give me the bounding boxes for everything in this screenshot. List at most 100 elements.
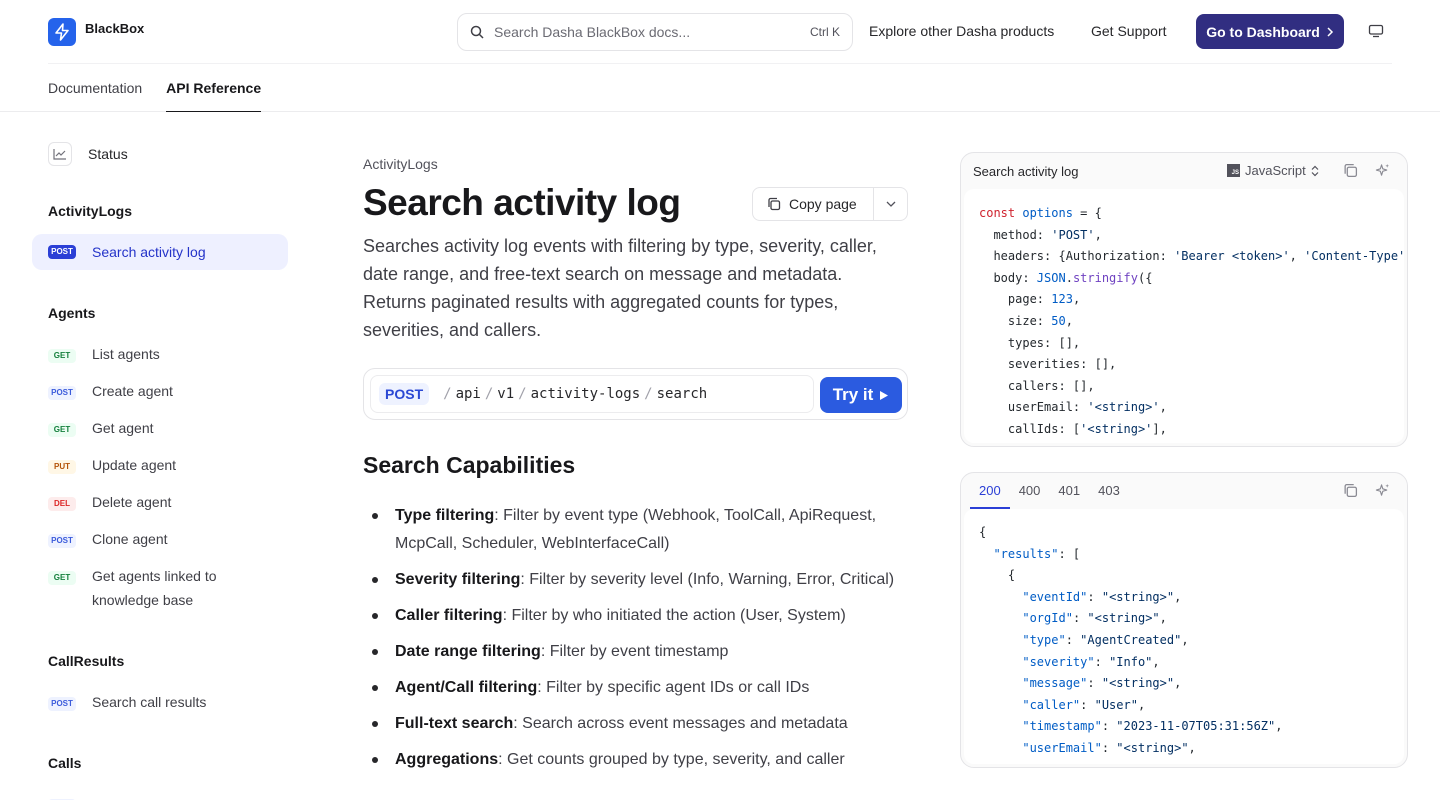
request-example-panel: Search activity log JS JavaScript const … (960, 152, 1408, 447)
method-badge: POST (48, 697, 76, 711)
capability-text: : Filter by specific agent IDs or call I… (537, 679, 810, 696)
language-selector[interactable]: JS JavaScript (1227, 163, 1319, 178)
sidebar: Status ActivityLogs POST Search activity… (32, 112, 288, 800)
copy-icon (768, 197, 781, 211)
path-segment: activity-logs (530, 386, 641, 402)
main-content: ActivityLogs Search activity log Copy pa… (363, 112, 909, 800)
copy-page-control: Copy page (752, 187, 908, 221)
sidebar-item-calls-partial[interactable]: · (32, 792, 288, 800)
tab-documentation[interactable]: Documentation (48, 64, 142, 112)
blackbox-logo-icon[interactable] (48, 18, 76, 46)
group-title-callresults: CallResults (48, 653, 125, 669)
top-header: BlackBox Search Dasha BlackBox docs... C… (0, 0, 1440, 112)
sidebar-item-label: Clone agent (92, 531, 168, 547)
capability-term: Agent/Call filtering (395, 679, 538, 696)
copy-page-label: Copy page (789, 196, 857, 212)
endpoint-method-badge: POST (379, 383, 430, 405)
try-it-button[interactable]: Try it (820, 377, 902, 413)
sidebar-item-label: Create agent (92, 383, 173, 399)
path-separator: / (443, 386, 452, 402)
search-shortcut: Ctrl K (810, 25, 840, 39)
list-item: Severity filtering: Filter by severity l… (363, 566, 909, 594)
language-label: JavaScript (1245, 163, 1306, 178)
chevron-right-icon (1327, 26, 1333, 37)
explore-products-link[interactable]: Explore other Dasha products (869, 23, 1054, 39)
sidebar-item-update-agent[interactable]: PUT Update agent (32, 453, 288, 477)
sidebar-item-create-agent[interactable]: POST Create agent (32, 379, 288, 403)
list-item: Date range filtering: Filter by event ti… (363, 638, 909, 666)
method-badge: GET (48, 349, 76, 363)
sidebar-item-clone-agent[interactable]: POST Clone agent (32, 527, 288, 551)
copy-code-icon[interactable] (1343, 483, 1358, 503)
capability-term: Aggregations (395, 751, 499, 768)
capability-term: Caller filtering (395, 607, 503, 624)
ai-sparkle-icon[interactable] (1375, 163, 1390, 183)
breadcrumb[interactable]: ActivityLogs (363, 156, 438, 172)
tab-api-reference[interactable]: API Reference (166, 64, 262, 112)
list-item: Full-text search: Search across event me… (363, 710, 909, 738)
path-separator: / (484, 386, 494, 402)
copy-code-icon[interactable] (1343, 163, 1358, 183)
capability-text: : Filter by severity level (Info, Warnin… (520, 571, 895, 588)
sidebar-item-delete-agent[interactable]: DEL Delete agent (32, 490, 288, 514)
section-title: Search Capabilities (363, 452, 576, 478)
search-placeholder: Search Dasha BlackBox docs... (494, 24, 691, 40)
method-badge: PUT (48, 460, 76, 474)
sidebar-item-search-activity-log[interactable]: POST Search activity log (32, 234, 288, 270)
tab-status-401[interactable]: 401 (1049, 473, 1089, 509)
list-item: Type filtering: Filter by event type (We… (363, 502, 909, 558)
endpoint-bar: POST / api / v1 / activity-logs / search… (363, 368, 908, 420)
group-title-agents: Agents (48, 305, 96, 321)
sidebar-item-label: Get agent (92, 420, 154, 436)
capability-term: Date range filtering (395, 643, 541, 660)
response-panel-header: 200 400 401 403 (961, 473, 1407, 509)
request-code-block[interactable]: const options = { method: 'POST', header… (979, 203, 1404, 441)
sidebar-item-label: Search activity log (92, 244, 206, 260)
method-badge: POST (48, 534, 76, 548)
method-badge: GET (48, 571, 76, 585)
sidebar-item-list-agents[interactable]: GET List agents (32, 342, 288, 366)
request-panel-header: Search activity log JS JavaScript (961, 153, 1407, 189)
endpoint-path[interactable]: POST / api / v1 / activity-logs / search (370, 375, 814, 413)
sidebar-item-label: Update agent (92, 457, 177, 473)
sidebar-item-search-call-results[interactable]: POST Search call results (32, 690, 288, 714)
chart-line-icon (48, 142, 72, 166)
play-icon (880, 390, 889, 400)
go-to-dashboard-button[interactable]: Go to Dashboard (1196, 14, 1344, 49)
path-segment: api (455, 386, 481, 402)
dashboard-button-label: Go to Dashboard (1206, 23, 1320, 40)
capability-text: : Search across event messages and metad… (513, 715, 848, 732)
sidebar-item-status[interactable]: Status (48, 142, 128, 166)
sidebar-item-label: Delete agent (92, 494, 172, 510)
copy-page-button[interactable]: Copy page (753, 188, 875, 220)
group-title-activitylogs: ActivityLogs (48, 203, 133, 219)
copy-page-dropdown-button[interactable] (874, 201, 907, 207)
tab-status-403[interactable]: 403 (1089, 473, 1129, 509)
list-item: Agent/Call filtering: Filter by specific… (363, 674, 909, 702)
tab-status-400[interactable]: 400 (1010, 473, 1050, 509)
response-code-block[interactable]: { "results": [ { "eventId": "<string>", … (979, 522, 1282, 760)
sidebar-item-get-agent[interactable]: GET Get agent (32, 416, 288, 440)
brand-name[interactable]: BlackBox (85, 21, 144, 36)
path-separator: / (518, 386, 527, 402)
method-badge: DEL (48, 497, 76, 511)
top-tabs: Documentation API Reference (48, 64, 262, 112)
sidebar-item-get-agents-linked[interactable]: GET Get agents linked to knowledge base (32, 564, 288, 612)
capability-term: Severity filtering (395, 571, 521, 588)
sidebar-item-label: Get agents linked to knowledge base (92, 568, 217, 608)
ai-sparkle-icon[interactable] (1375, 483, 1390, 503)
page-title: Search activity log (363, 182, 681, 223)
capability-text: : Filter by event timestamp (540, 643, 729, 660)
group-title-calls: Calls (48, 755, 82, 771)
tab-status-200[interactable]: 200 (970, 473, 1010, 509)
request-code-body: const options = { method: 'POST', header… (964, 189, 1404, 443)
page-description: Searches activity log events with filter… (363, 236, 877, 340)
chevron-down-icon (886, 201, 896, 207)
capability-term: Full-text search (395, 715, 514, 732)
theme-toggle-monitor-icon[interactable] (1368, 24, 1384, 43)
search-input[interactable]: Search Dasha BlackBox docs... Ctrl K (457, 13, 853, 51)
get-support-link[interactable]: Get Support (1091, 23, 1167, 39)
sidebar-item-label: Search call results (92, 694, 207, 710)
chevron-updown-icon (1311, 165, 1319, 176)
method-badge: POST (48, 386, 76, 400)
